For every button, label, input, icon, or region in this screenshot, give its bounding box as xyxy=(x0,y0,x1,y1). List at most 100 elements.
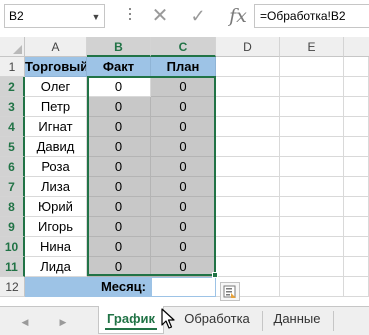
empty-cell[interactable] xyxy=(280,77,344,97)
plan-cell[interactable]: 0 xyxy=(151,217,216,237)
plan-cell[interactable]: 0 xyxy=(151,117,216,137)
formula-text[interactable]: =Обработка!B2 xyxy=(260,9,346,23)
empty-cell[interactable] xyxy=(280,197,344,217)
empty-cell[interactable] xyxy=(216,137,280,157)
column-header-d[interactable]: D xyxy=(216,37,280,57)
plan-cell[interactable]: 0 xyxy=(151,77,216,97)
name-cell[interactable]: Олег xyxy=(25,77,87,97)
row-header-8[interactable]: 8 xyxy=(0,197,25,217)
drag-handle-icon[interactable] xyxy=(128,8,132,24)
plan-cell[interactable]: 0 xyxy=(151,257,216,277)
plan-cell[interactable]: 0 xyxy=(151,237,216,257)
row-header-4[interactable]: 4 xyxy=(0,117,25,137)
row-header-2[interactable]: 2 xyxy=(0,77,25,97)
plan-cell[interactable]: 0 xyxy=(151,97,216,117)
name-cell[interactable]: Петр xyxy=(25,97,87,117)
name-cell[interactable]: Лида xyxy=(25,257,87,277)
empty-cell[interactable] xyxy=(216,257,280,277)
name-cell[interactable]: Давид xyxy=(25,137,87,157)
month-input[interactable] xyxy=(151,277,216,297)
name-box-value[interactable]: B2 xyxy=(9,9,24,23)
select-all-button[interactable] xyxy=(0,37,25,57)
empty-cell[interactable] xyxy=(280,117,344,137)
fact-cell[interactable]: 0 xyxy=(87,117,151,137)
empty-cell[interactable] xyxy=(216,197,280,217)
row-header-10[interactable]: 10 xyxy=(0,237,25,257)
row-header-3[interactable]: 3 xyxy=(0,97,25,117)
plan-cell[interactable]: 0 xyxy=(151,177,216,197)
fact-cell[interactable]: 0 xyxy=(87,197,151,217)
row-header-5[interactable]: 5 xyxy=(0,137,25,157)
column-header-f[interactable] xyxy=(344,37,369,57)
cell-f1[interactable] xyxy=(344,57,369,77)
row-header-9[interactable]: 9 xyxy=(0,217,25,237)
quick-analysis-button[interactable] xyxy=(220,282,240,301)
column-header-c[interactable]: C xyxy=(151,37,216,57)
tab-obrabotka[interactable]: Обработка xyxy=(178,306,256,334)
empty-cell[interactable] xyxy=(344,77,369,97)
fact-cell[interactable]: 0 xyxy=(87,217,151,237)
empty-cell[interactable] xyxy=(280,217,344,237)
empty-cell[interactable] xyxy=(216,157,280,177)
empty-cell[interactable] xyxy=(280,157,344,177)
fact-cell[interactable]: 0 xyxy=(87,77,151,97)
row-header-1[interactable]: 1 xyxy=(0,57,25,77)
fact-cell[interactable]: 0 xyxy=(87,257,151,277)
chevron-left-icon[interactable]: ◀ xyxy=(18,316,32,328)
empty-cell[interactable] xyxy=(216,217,280,237)
empty-cell[interactable] xyxy=(344,137,369,157)
empty-cell[interactable] xyxy=(216,177,280,197)
empty-cell[interactable] xyxy=(344,157,369,177)
empty-cell[interactable] xyxy=(280,177,344,197)
plan-cell[interactable]: 0 xyxy=(151,157,216,177)
checkmark-icon[interactable]: ✓ xyxy=(188,5,208,27)
name-cell[interactable]: Лиза xyxy=(25,177,87,197)
empty-cell[interactable] xyxy=(344,277,369,297)
close-icon[interactable]: ✕ xyxy=(150,5,170,27)
column-header-e[interactable]: E xyxy=(280,37,344,57)
empty-cell[interactable] xyxy=(344,197,369,217)
header-cell-plan[interactable]: План xyxy=(151,57,216,77)
row-header-12[interactable]: 12 xyxy=(0,277,25,297)
month-label[interactable]: Месяц: xyxy=(25,277,151,297)
name-cell[interactable]: Роза xyxy=(25,157,87,177)
row-header-7[interactable]: 7 xyxy=(0,177,25,197)
empty-cell[interactable] xyxy=(344,257,369,277)
plan-cell[interactable]: 0 xyxy=(151,137,216,157)
name-cell[interactable]: Юрий xyxy=(25,197,87,217)
empty-cell[interactable] xyxy=(344,237,369,257)
column-header-a[interactable]: A xyxy=(25,37,87,57)
column-header-b[interactable]: B xyxy=(87,37,151,57)
empty-cell[interactable] xyxy=(216,117,280,137)
fact-cell[interactable]: 0 xyxy=(87,137,151,157)
header-cell-fact[interactable]: Факт xyxy=(87,57,151,77)
fx-icon[interactable]: fx xyxy=(226,3,250,29)
tab-grafik[interactable]: График xyxy=(98,306,164,334)
empty-cell[interactable] xyxy=(216,97,280,117)
name-cell[interactable]: Игнат xyxy=(25,117,87,137)
fact-cell[interactable]: 0 xyxy=(87,177,151,197)
tab-dannye[interactable]: Данные xyxy=(266,306,328,334)
empty-cell[interactable] xyxy=(280,277,344,297)
formula-input[interactable]: =Обработка!B2 xyxy=(254,4,369,28)
empty-cell[interactable] xyxy=(344,177,369,197)
name-box[interactable]: B2 ▼ xyxy=(4,4,105,28)
fact-cell[interactable]: 0 xyxy=(87,97,151,117)
fact-cell[interactable]: 0 xyxy=(87,237,151,257)
cell-e1[interactable] xyxy=(280,57,344,77)
fact-cell[interactable]: 0 xyxy=(87,157,151,177)
empty-cell[interactable] xyxy=(280,257,344,277)
empty-cell[interactable] xyxy=(280,237,344,257)
empty-cell[interactable] xyxy=(280,137,344,157)
name-cell[interactable]: Нина xyxy=(25,237,87,257)
chevron-down-icon[interactable]: ▼ xyxy=(89,11,103,23)
empty-cell[interactable] xyxy=(344,97,369,117)
fill-handle[interactable] xyxy=(212,272,218,278)
row-header-6[interactable]: 6 xyxy=(0,157,25,177)
plan-cell[interactable]: 0 xyxy=(151,197,216,217)
row-header-11[interactable]: 11 xyxy=(0,257,25,277)
empty-cell[interactable] xyxy=(216,237,280,257)
empty-cell[interactable] xyxy=(344,217,369,237)
cell-d1[interactable] xyxy=(216,57,280,77)
empty-cell[interactable] xyxy=(344,117,369,137)
